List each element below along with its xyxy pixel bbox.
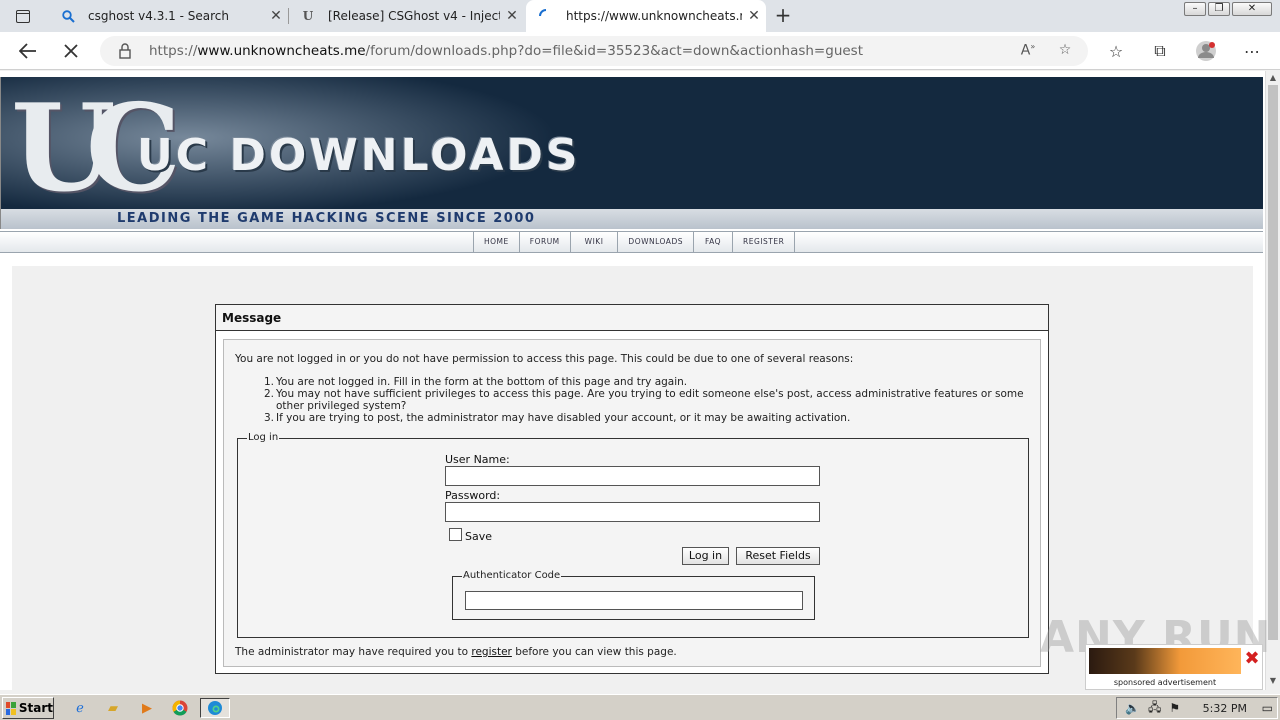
close-tab-icon[interactable]: ✕ xyxy=(264,8,288,24)
back-arrow-icon[interactable] xyxy=(16,39,40,63)
tab-title: https://www.unknowncheats.me xyxy=(566,9,742,23)
restore-button[interactable]: ❐ xyxy=(1208,2,1230,16)
network-icon[interactable]: 🖧 xyxy=(1148,698,1161,719)
system-tray: 🔈 🖧 ⚑ 5:32 PM ▭ xyxy=(1116,697,1278,719)
edge-icon[interactable] xyxy=(200,698,230,718)
more-menu-icon[interactable]: ⋯ xyxy=(1240,40,1264,62)
footer-note: The administrator may have required you … xyxy=(235,646,677,658)
reset-fields-button[interactable]: Reset Fields xyxy=(736,547,820,565)
taskbar: Start ℯ ▰ ▶ 🔈 🖧 ⚑ 5:32 PM ▭ xyxy=(0,694,1280,720)
list-item: 1. You are not logged in. Fill in the for… xyxy=(264,376,688,388)
save-label: Save xyxy=(465,530,493,543)
tab-unknowncheats[interactable]: https://www.unknowncheats.me ✕ xyxy=(526,0,766,32)
ie-icon[interactable]: ℯ xyxy=(69,698,91,718)
flag-icon[interactable]: ⚑ xyxy=(1169,701,1180,715)
nav-faq[interactable]: FAQ xyxy=(694,232,734,252)
tab-search[interactable]: csghost v4.3.1 - Search ✕ xyxy=(48,0,288,32)
password-label: Password: xyxy=(445,489,501,502)
show-desktop-icon[interactable]: ▭ xyxy=(1262,701,1273,715)
favorites-icon[interactable]: ☆ xyxy=(1104,40,1128,62)
url-text: https://www.unknowncheats.me/forum/downl… xyxy=(149,43,864,59)
uc-logo: UC xyxy=(11,78,181,219)
message-body: You are not logged in or you do not have… xyxy=(223,339,1041,667)
username-input[interactable] xyxy=(445,466,820,486)
scrollbar-thumb[interactable] xyxy=(1268,85,1278,640)
authenticator-fieldset: Authenticator Code xyxy=(452,570,815,620)
start-button[interactable]: Start xyxy=(2,697,54,719)
chrome-icon[interactable] xyxy=(169,698,191,718)
clock[interactable]: 5:32 PM xyxy=(1203,702,1247,715)
volume-icon[interactable]: 🔈 xyxy=(1125,701,1140,715)
login-fieldset: Log in User Name: Password: Save Log in … xyxy=(237,432,1029,638)
read-aloud-icon[interactable]: A» xyxy=(1018,42,1038,60)
close-tab-icon[interactable]: ✕ xyxy=(500,8,524,24)
close-tab-icon[interactable]: ✕ xyxy=(742,8,766,24)
login-button[interactable]: Log in xyxy=(682,547,729,565)
authenticator-code-input[interactable] xyxy=(465,591,803,610)
list-item: 3. If you are trying to post, the adminis… xyxy=(264,412,851,424)
media-player-icon[interactable]: ▶ xyxy=(136,698,158,718)
tab-title: csghost v4.3.1 - Search xyxy=(88,9,230,23)
login-legend: Log in xyxy=(247,432,280,443)
message-intro: You are not logged in or you do not have… xyxy=(235,353,854,365)
tab-bar: csghost v4.3.1 - Search ✕ U [Release] CS… xyxy=(0,0,1280,32)
authenticator-legend: Authenticator Code xyxy=(462,570,562,581)
register-link[interactable]: register xyxy=(471,646,512,658)
username-label: User Name: xyxy=(445,453,510,466)
nav-home[interactable]: HOME xyxy=(474,232,520,252)
tab-actions-icon xyxy=(16,9,30,23)
message-box: Message You are not logged in or you do … xyxy=(215,304,1049,674)
window-controls: – ❐ ✕ xyxy=(1184,2,1272,16)
scroll-down-icon[interactable]: ▼ xyxy=(1268,676,1278,686)
address-bar[interactable]: https://www.unknowncheats.me/forum/downl… xyxy=(100,36,1088,66)
stop-loading-icon[interactable] xyxy=(59,39,83,63)
tab-title: [Release] CSGhost v4 - Injector w xyxy=(328,9,500,23)
scroll-up-icon[interactable]: ▲ xyxy=(1268,73,1278,83)
new-tab-button[interactable]: + xyxy=(772,4,794,26)
search-icon xyxy=(60,8,76,24)
nav-downloads[interactable]: DOWNLOADS xyxy=(618,232,694,252)
tab-actions-button[interactable] xyxy=(8,5,38,27)
address-toolbar: https://www.unknowncheats.me/forum/downl… xyxy=(0,32,1280,70)
add-favorite-icon[interactable]: ☆ xyxy=(1055,42,1075,60)
close-window-button[interactable]: ✕ xyxy=(1232,2,1272,16)
page-scrollbar[interactable]: ▲ ▼ xyxy=(1265,71,1280,690)
start-label: Start xyxy=(18,701,53,715)
profile-avatar-icon[interactable] xyxy=(1194,40,1218,62)
loading-icon xyxy=(538,8,554,24)
password-input[interactable] xyxy=(445,502,820,522)
web-page: UC UC DOWNLOADS LEADING THE GAME HACKING… xyxy=(0,71,1265,690)
ad-image[interactable] xyxy=(1089,648,1241,674)
nav-register[interactable]: REGISTER xyxy=(733,232,796,252)
collections-icon[interactable]: ⧉ xyxy=(1148,40,1172,62)
site-navbar: HOME FORUM WIKI DOWNLOADS FAQ REGISTER xyxy=(0,231,1263,253)
nav-wiki[interactable]: WIKI xyxy=(571,232,619,252)
save-checkbox[interactable] xyxy=(449,528,462,541)
lock-icon[interactable] xyxy=(118,43,134,59)
close-ad-icon[interactable]: ✖ xyxy=(1243,650,1261,668)
minimize-button[interactable]: – xyxy=(1184,2,1206,16)
site-title: UC DOWNLOADS xyxy=(137,130,581,181)
tab-release[interactable]: U [Release] CSGhost v4 - Injector w ✕ xyxy=(288,0,524,32)
site-banner[interactable]: UC UC DOWNLOADS LEADING THE GAME HACKING… xyxy=(0,77,1263,229)
nav-forum[interactable]: FORUM xyxy=(520,232,571,252)
message-header: Message xyxy=(216,305,1048,331)
site-tagline: LEADING THE GAME HACKING SCENE SINCE 200… xyxy=(117,211,536,226)
ad-caption: sponsored advertisement xyxy=(1113,678,1217,687)
sponsored-ad[interactable]: ✖ sponsored advertisement xyxy=(1085,644,1263,690)
folder-icon[interactable]: ▰ xyxy=(102,698,124,718)
reasons-list: 1. You are not logged in. Fill in the for… xyxy=(264,376,1034,424)
uc-logo-icon: U xyxy=(302,9,314,23)
list-item: 2. You may not have sufficient privileges… xyxy=(264,388,1024,412)
windows-logo-icon xyxy=(6,701,16,715)
